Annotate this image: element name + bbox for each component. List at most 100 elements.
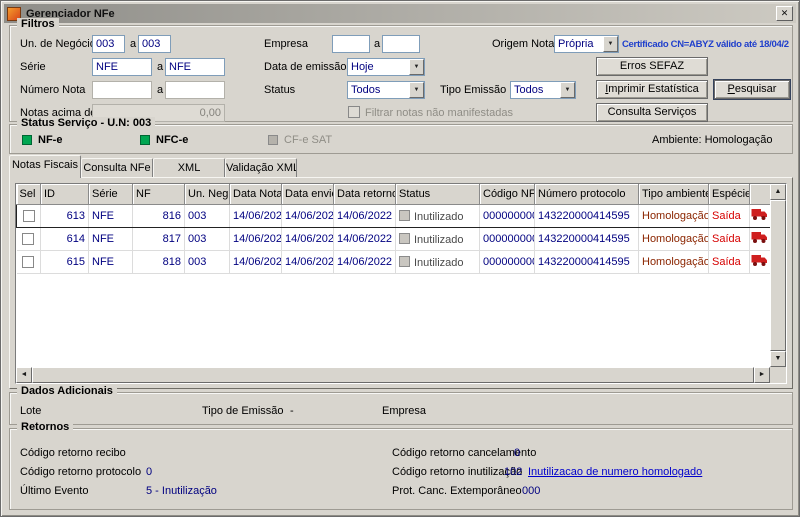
cell-un-neg: 003 [185,228,230,251]
cell-codigo-nfe: 000000000 [480,251,535,274]
close-icon: ✕ [781,8,789,18]
un-negocio-label: Un. de Negócio [20,38,96,50]
origem-nota-label: Origem Nota [492,38,554,50]
col-header-data-envio[interactable]: Data envio [282,184,334,205]
nfce-status-square-icon [140,135,150,145]
status-select[interactable]: Todos ▼ [347,81,425,99]
range-separator: a [157,61,163,73]
dropdown-arrow-icon[interactable]: ▼ [560,82,575,98]
cell-data-envio: 14/06/2022 [282,205,334,228]
table-header-row: Sel ID Série NF Un. Neg. Data Nota Data … [17,184,771,205]
empresa-from-input[interactable] [332,35,370,53]
tipo-emissao-select[interactable]: Todos ▼ [510,81,576,99]
scrollbar-corner [770,367,786,383]
col-header-status[interactable]: Status [396,184,480,205]
tab-notas-fiscais[interactable]: Notas Fiscais [9,155,81,178]
consulta-servicos-button[interactable]: Consulta Serviços [596,103,708,122]
empresa-label: Empresa [264,38,308,50]
serie-label: Série [20,61,46,73]
cell-codigo-nfe: 000000000 [480,228,535,251]
cell-especie: Saída [709,228,750,251]
col-header-id[interactable]: ID [41,184,89,205]
row-checkbox[interactable] [22,233,34,245]
un-negocio-from-input[interactable]: 003 [92,35,125,53]
serie-to-input[interactable]: NFE [165,58,225,76]
col-header-serie[interactable]: Série [89,184,133,205]
cell-icon [750,251,771,274]
col-header-data-retorno[interactable]: Data retorno [334,184,396,205]
scroll-right-button[interactable]: ► [754,367,770,383]
col-header-sel[interactable]: Sel [17,184,41,205]
cell-serie: NFE [89,228,133,251]
dropdown-arrow-icon[interactable]: ▼ [409,82,424,98]
col-header-un-neg[interactable]: Un. Neg. [185,184,230,205]
tab-validacao-xml[interactable]: Validação XML [225,158,297,177]
data-emissao-select[interactable]: Hoje ▼ [347,58,425,76]
numero-nota-from-input[interactable] [92,81,152,99]
imprimir-estatistica-button[interactable]: Imprimir Estatística [596,80,708,99]
nfce-status-label: NFC-e [156,134,188,146]
numero-nota-label: Número Nota [20,84,85,96]
vertical-scroll-thumb[interactable] [770,200,786,351]
dropdown-arrow-icon[interactable]: ▼ [603,36,618,52]
lote-label: Lote [20,405,41,417]
pesquisar-button[interactable]: Pesquisar [714,80,790,99]
row-checkbox[interactable] [23,210,35,222]
manifestadas-checkbox [348,106,360,118]
data-emissao-value: Hoje [351,61,374,73]
dropdown-arrow-icon[interactable]: ▼ [409,59,424,75]
inutilizacao-value: 102 [504,466,522,478]
scroll-up-button[interactable]: ▲ [770,184,786,200]
numero-nota-to-input[interactable] [165,81,225,99]
cell-numero-protocolo: 143220000414595 [535,205,639,228]
cell-serie: NFE [89,251,133,274]
tab-consulta-nfe[interactable]: Consulta NFe [81,158,153,177]
col-header-tipo-ambiente[interactable]: Tipo ambiente [639,184,709,205]
scroll-down-button[interactable]: ▼ [770,351,786,367]
retorno-protocolo-value: 0 [146,466,152,478]
origem-nota-select[interactable]: Própria ▼ [554,35,619,53]
table-row[interactable]: 615 NFE 818 003 14/06/2022 14/06/2022 14… [17,251,771,274]
col-header-especie[interactable]: Espécie [709,184,750,205]
cell-tipo-ambiente: Homologação [639,205,709,228]
truck-icon [751,254,768,267]
cell-codigo-nfe: 000000000 [480,205,535,228]
inutilizado-square-icon [399,256,410,267]
empresa-info-label: Empresa [382,405,426,417]
vertical-scrollbar[interactable]: ▲ ▼ [770,184,786,367]
tab-xml[interactable]: XML [153,158,225,177]
table-row[interactable]: 613 NFE 816 003 14/06/2022 14/06/2022 14… [17,205,771,228]
ultimo-evento-value: 5 - Inutilização [146,485,217,497]
origem-nota-value: Própria [558,38,593,50]
inutilizacao-link[interactable]: Inutilizacao de numero homologado [528,466,702,478]
cell-status: Inutilizado [396,205,480,228]
range-separator: a [374,38,380,50]
cell-especie: Saída [709,251,750,274]
un-negocio-to-input[interactable]: 003 [138,35,171,53]
col-header-codigo-nfe[interactable]: Código NFe [480,184,535,205]
cfesat-status-square-icon [268,135,278,145]
cell-tipo-ambiente: Homologação [639,251,709,274]
row-checkbox[interactable] [22,256,34,268]
col-header-nf[interactable]: NF [133,184,185,205]
col-header-data-nota[interactable]: Data Nota [230,184,282,205]
cell-id: 614 [41,228,89,251]
horizontal-scroll-thumb[interactable] [32,367,754,383]
scroll-up-icon: ▲ [775,188,782,195]
status-text: Inutilizado [414,257,464,269]
status-servico-groupbox: Status Serviço - U.N: 003 NF-e NFC-e CF-… [9,124,793,154]
empresa-to-input[interactable] [382,35,420,53]
notas-table: Sel ID Série NF Un. Neg. Data Nota Data … [16,184,771,274]
serie-from-input[interactable]: NFE [92,58,152,76]
col-header-numero-protocolo[interactable]: Número protocolo [535,184,639,205]
cell-icon [750,228,771,251]
horizontal-scrollbar[interactable]: ◄ ► [16,367,770,383]
cell-status: Inutilizado [396,251,480,274]
cell-data-retorno: 14/06/2022 [334,251,396,274]
col-header-icon[interactable] [750,184,771,205]
scroll-left-button[interactable]: ◄ [16,367,32,383]
cell-nf: 817 [133,228,185,251]
erros-sefaz-button[interactable]: Erros SEFAZ [596,57,708,76]
close-button[interactable]: ✕ [776,6,793,21]
table-row[interactable]: 614 NFE 817 003 14/06/2022 14/06/2022 14… [17,228,771,251]
